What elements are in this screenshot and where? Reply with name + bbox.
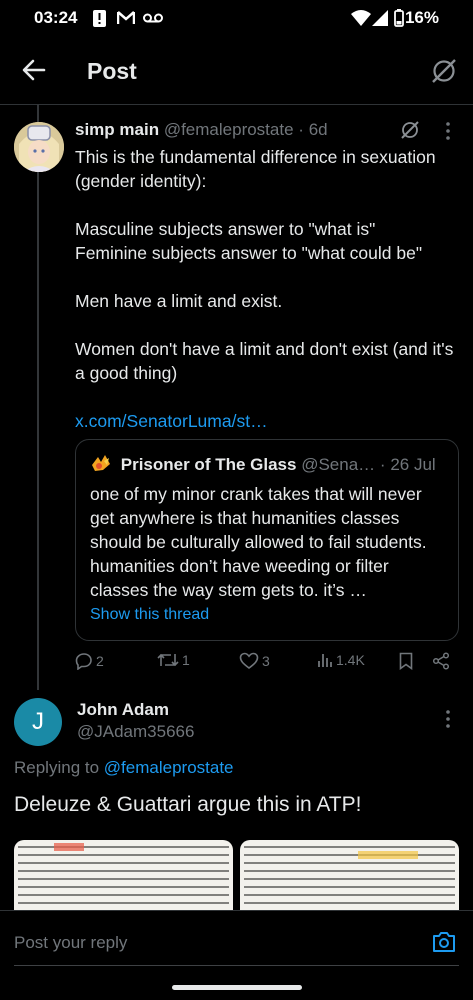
- author-handle[interactable]: @femaleprostate: [164, 120, 294, 139]
- tweet-time: 6d: [308, 120, 328, 139]
- tweet-author-row: simp main @femaleprostate · 6d: [75, 120, 328, 140]
- tweet-paragraph: Feminine subjects answer to "what could …: [75, 243, 423, 263]
- status-bar: 03:24 16%: [0, 0, 473, 38]
- tweet-paragraph: Women don't have a limit and don't exist…: [75, 339, 454, 383]
- quoted-date: 26 Jul: [390, 455, 436, 474]
- heart-icon: [239, 652, 259, 670]
- highlight-mark: [54, 843, 84, 851]
- alert-icon: [93, 10, 106, 27]
- quoted-post[interactable]: Prisoner of The Glass @Sena… · 26 Jul on…: [75, 439, 459, 641]
- reply-input[interactable]: Post your reply: [14, 933, 127, 953]
- quoted-avatar: [90, 453, 112, 473]
- thread-line: [37, 104, 39, 690]
- signal-icon: [372, 10, 388, 26]
- grok-icon[interactable]: [400, 120, 420, 140]
- quoted-author-handle: @Sena…: [301, 455, 376, 474]
- more-icon[interactable]: [446, 710, 450, 728]
- share-button[interactable]: [432, 652, 450, 670]
- repost-count: 1: [182, 652, 190, 668]
- avatar[interactable]: J: [14, 698, 62, 746]
- dot-separator: ·: [379, 455, 386, 474]
- action-bar: 2 1 3 1.4K: [75, 648, 460, 678]
- tweet-link[interactable]: x.com/SenatorLuma/st…: [75, 409, 455, 433]
- quoted-text: one of my minor crank takes that will ne…: [90, 484, 427, 600]
- replying-prefix: Replying to: [14, 758, 100, 777]
- quoted-author-row: Prisoner of The Glass @Sena… · 26 Jul: [90, 453, 436, 475]
- tweet-text: This is the fundamental difference in se…: [75, 145, 455, 433]
- views-button[interactable]: 1.4K: [317, 652, 365, 668]
- gesture-nav-bar[interactable]: [172, 985, 302, 990]
- dot-separator: ·: [298, 120, 304, 139]
- attached-image[interactable]: [240, 840, 459, 910]
- page-title: Post: [87, 58, 137, 84]
- replying-to: Replying to @femaleprostate: [14, 758, 234, 778]
- arrow-left-icon[interactable]: [22, 59, 46, 81]
- gmail-icon: [117, 11, 135, 25]
- tweet-paragraph: Masculine subjects answer to "what is": [75, 219, 376, 239]
- bookmark-icon: [399, 652, 413, 670]
- avatar-letter: J: [32, 708, 44, 735]
- reply-text: Deleuze & Guattari argue this in ATP!: [14, 793, 362, 816]
- views-icon: [317, 652, 333, 668]
- battery-percentage: 16%: [404, 8, 439, 27]
- tweet-paragraph: This is the fundamental difference in se…: [75, 147, 436, 191]
- input-underline: [14, 965, 459, 966]
- highlight-mark: [358, 851, 418, 859]
- repost-button[interactable]: 1: [157, 652, 190, 668]
- replying-handle[interactable]: @femaleprostate: [104, 758, 234, 777]
- reply-count: 2: [96, 653, 104, 669]
- reply-author-handle[interactable]: @JAdam35666: [77, 722, 194, 742]
- attached-image[interactable]: [14, 840, 233, 910]
- avatar[interactable]: [14, 122, 64, 172]
- battery-icon: [394, 9, 404, 27]
- top-bar: Post: [0, 38, 473, 105]
- camera-icon[interactable]: [432, 931, 456, 953]
- bookmark-button[interactable]: [399, 652, 413, 670]
- status-time: 03:24: [34, 8, 78, 27]
- repost-icon: [157, 652, 179, 668]
- reply-composer: Post your reply: [0, 910, 473, 977]
- show-thread-link[interactable]: Show this thread: [90, 606, 209, 624]
- like-count: 3: [262, 653, 270, 669]
- views-count: 1.4K: [336, 652, 365, 668]
- reply-icon: [75, 652, 93, 670]
- more-icon[interactable]: [446, 122, 450, 140]
- quoted-author-name: Prisoner of The Glass: [120, 455, 297, 474]
- share-icon: [432, 652, 450, 670]
- like-button[interactable]: 3: [239, 652, 270, 670]
- reply-author-name[interactable]: John Adam: [77, 700, 169, 720]
- wifi-icon: [351, 10, 371, 26]
- voicemail-icon: [143, 13, 163, 23]
- grok-icon[interactable]: [431, 58, 457, 84]
- tweet-paragraph: Men have a limit and exist.: [75, 291, 283, 311]
- author-name[interactable]: simp main: [75, 120, 159, 139]
- reply-button[interactable]: 2: [75, 652, 104, 670]
